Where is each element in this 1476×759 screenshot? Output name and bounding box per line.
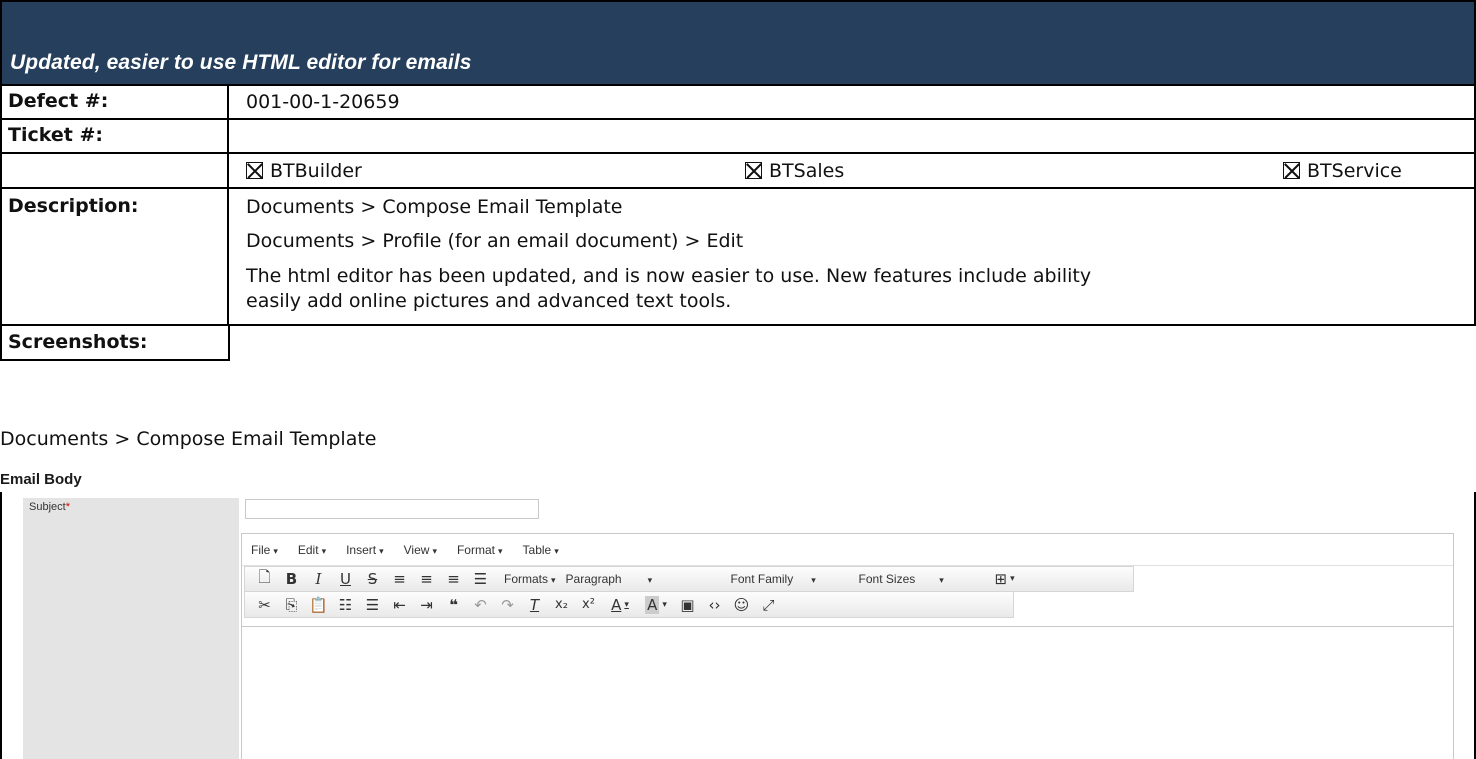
- editor-menubar: File ▾ Edit ▾ Insert ▾ View ▾ Format ▾ Table ▾: [242, 534, 1453, 566]
- indent-icon[interactable]: ⇥: [413, 594, 440, 616]
- editor-screenshot: Subject* File ▾ Edit ▾ Insert ▾ View ▾ Forma…: [0, 492, 1476, 759]
- caret-down-icon: ▾: [662, 599, 667, 610]
- caret-down-icon: ▾: [939, 575, 944, 585]
- document-title: Updated, easier to use HTML editor for e…: [10, 51, 472, 74]
- align-right-icon[interactable]: ≡: [440, 568, 467, 590]
- cut-icon[interactable]: ✂: [251, 594, 278, 616]
- checked-box-icon: [1283, 162, 1300, 179]
- defect-row: Defect #: 001-00-1-20659: [0, 86, 1476, 120]
- menu-insert[interactable]: Insert ▾: [346, 543, 384, 557]
- editor-toolbar-formatting: 🗋 B I U S ≡ ≡ ≡ ☰ Formats ▾ Paragraph ▾ Fo…: [244, 566, 1134, 592]
- fullscreen-icon[interactable]: ⤢: [755, 594, 782, 616]
- numbered-list-icon[interactable]: ☰: [359, 594, 386, 616]
- strikethrough-icon[interactable]: S: [359, 568, 386, 590]
- description-line: Documents > Profile (for an email docume…: [246, 230, 744, 252]
- email-body-title: Email Body: [0, 471, 82, 488]
- menu-table[interactable]: Table ▾: [523, 543, 559, 557]
- description-line: Documents > Compose Email Template: [246, 196, 623, 218]
- caret-down-icon: ▾: [647, 575, 653, 585]
- copy-icon[interactable]: ⎘: [278, 594, 305, 616]
- table-icon[interactable]: ⊞ ▾: [987, 568, 1023, 590]
- defect-value: 001-00-1-20659: [246, 91, 400, 113]
- caret-down-icon: ▾: [321, 545, 327, 556]
- caret-down-icon: ▾: [1010, 574, 1015, 584]
- font-sizes-dropdown[interactable]: Font Sizes ▾: [859, 572, 987, 586]
- formats-dropdown[interactable]: Formats ▾: [504, 572, 556, 586]
- align-left-icon[interactable]: ≡: [386, 568, 413, 590]
- blockquote-icon[interactable]: ❝: [440, 594, 467, 616]
- block-format-dropdown[interactable]: Paragraph ▾: [566, 572, 731, 586]
- editor-toolbar-tools: ✂ ⎘ 📋 ☷ ☰ ⇤ ⇥ ❝ ↶ ↷ T x₂ x² A ▾ A ▾ ▣ ‹› ☺…: [244, 592, 1014, 618]
- caret-down-icon: ▾: [551, 575, 556, 585]
- screenshots-label: Screenshots:: [8, 331, 148, 353]
- emoticons-icon[interactable]: ☺: [728, 594, 755, 616]
- caret-down-icon: ▾: [624, 599, 629, 610]
- html-editor: File ▾ Edit ▾ Insert ▾ View ▾ Format ▾ Table ▾…: [241, 533, 1454, 759]
- ticket-row: Ticket #:: [0, 120, 1476, 154]
- description-row: Description: Documents > Compose Email T…: [0, 189, 1476, 326]
- product-btservice: BTService: [1283, 160, 1402, 182]
- text-color-icon[interactable]: A ▾: [602, 594, 638, 616]
- document-header: Updated, easier to use HTML editor for e…: [0, 0, 1476, 86]
- products-row: BTBuilder BTSales BTService: [0, 154, 1476, 189]
- align-justify-icon[interactable]: ☰: [467, 568, 494, 590]
- align-center-icon[interactable]: ≡: [413, 568, 440, 590]
- caret-down-icon: ▾: [811, 575, 816, 585]
- caret-down-icon: ▾: [432, 545, 437, 556]
- caret-down-icon: ▾: [554, 545, 559, 556]
- checked-box-icon: [745, 162, 762, 179]
- screenshots-row: Screenshots:: [0, 326, 230, 361]
- subject-label: Subject*: [29, 501, 70, 513]
- menu-edit[interactable]: Edit ▾: [298, 543, 326, 557]
- font-family-dropdown[interactable]: Font Family ▾: [731, 572, 859, 586]
- background-color-icon[interactable]: A ▾: [638, 594, 674, 616]
- product-btsales: BTSales: [745, 160, 844, 182]
- editor-content-area[interactable]: [242, 626, 1453, 759]
- clear-formatting-icon[interactable]: T: [521, 594, 548, 616]
- redo-icon[interactable]: ↷: [494, 594, 521, 616]
- caret-down-icon: ▾: [273, 545, 278, 556]
- checked-box-icon: [246, 162, 263, 179]
- screenshot-heading: Documents > Compose Email Template: [0, 428, 377, 450]
- outdent-icon[interactable]: ⇤: [386, 594, 413, 616]
- superscript-icon[interactable]: x²: [575, 594, 602, 616]
- undo-icon[interactable]: ↶: [467, 594, 494, 616]
- bold-icon[interactable]: B: [278, 568, 305, 590]
- description-line: easily add online pictures and advanced …: [246, 290, 732, 312]
- ticket-label: Ticket #:: [8, 124, 103, 146]
- description-line: The html editor has been updated, and is…: [246, 265, 1092, 287]
- underline-icon[interactable]: U: [332, 568, 359, 590]
- defect-label: Defect #:: [8, 90, 109, 112]
- form-label-column: Subject*: [23, 498, 239, 759]
- source-code-icon[interactable]: ‹›: [701, 594, 728, 616]
- subscript-icon[interactable]: x₂: [548, 594, 575, 616]
- caret-down-icon: ▾: [379, 545, 384, 556]
- caret-down-icon: ▾: [497, 545, 503, 556]
- menu-view[interactable]: View ▾: [404, 543, 437, 557]
- menu-file[interactable]: File ▾: [251, 543, 278, 557]
- italic-icon[interactable]: I: [305, 568, 332, 590]
- new-document-icon[interactable]: 🗋: [251, 568, 278, 590]
- bullet-list-icon[interactable]: ☷: [332, 594, 359, 616]
- menu-format[interactable]: Format ▾: [457, 543, 503, 557]
- subject-input[interactable]: [245, 499, 539, 519]
- product-btbuilder: BTBuilder: [246, 160, 362, 182]
- insert-image-icon[interactable]: ▣: [674, 594, 701, 616]
- description-label: Description:: [8, 195, 139, 217]
- paste-icon[interactable]: 📋: [305, 594, 332, 616]
